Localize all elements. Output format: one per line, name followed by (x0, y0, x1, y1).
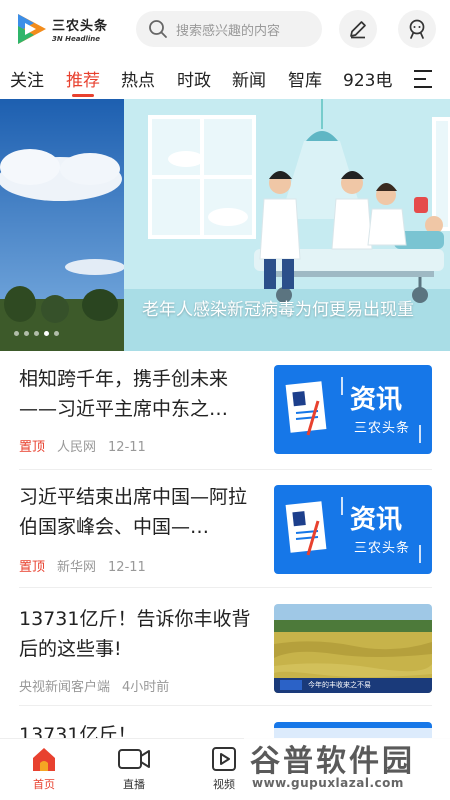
nav-home-label: 首页 (33, 778, 55, 791)
site-watermark: 谷普软件园 www.gupuxlazal.com (244, 728, 450, 800)
tab-hot[interactable]: 热点 (121, 66, 155, 91)
nav-live[interactable]: 直播 (104, 745, 164, 792)
news-thumbnail: 资讯 三农头条 (274, 485, 432, 574)
logo-subtitle: 3N Headline (52, 35, 101, 43)
profile-button[interactable] (398, 10, 436, 48)
tab-politics[interactable]: 时政 (177, 66, 211, 91)
app-logo-text: 三农头条 3N Headline (52, 15, 108, 43)
news-title: 13731亿斤！告诉你丰收背后的这些事! (19, 608, 251, 660)
play-icon (212, 747, 236, 771)
carousel-dot (54, 331, 59, 336)
news-source: 人民网 (57, 440, 97, 455)
tab-recommend[interactable]: 推荐 (66, 66, 100, 91)
tab-follow[interactable]: 关注 (10, 66, 44, 91)
carousel-dots (14, 331, 59, 336)
tab-think-tank[interactable]: 智库 (288, 66, 322, 91)
news-source: 新华网 (57, 560, 97, 575)
carousel-dot (14, 331, 19, 336)
active-tab-indicator (72, 94, 94, 97)
watermark-url: www.gupuxlazal.com (252, 776, 404, 790)
edit-button[interactable] (339, 10, 377, 48)
robot-avatar-icon (409, 19, 425, 39)
pinned-badge: 置顶 (19, 560, 46, 575)
tab-news[interactable]: 新闻 (232, 66, 266, 91)
video-camera-icon (118, 749, 150, 769)
app-logo-icon (18, 14, 46, 44)
news-item[interactable]: 习近平结束出席中国—阿拉伯国家峰会、中国—… 置顶 新华网 12-11 资讯 三农头… (0, 470, 450, 588)
thumbnail-subtitle: 三农头条 (354, 541, 411, 556)
pencil-icon (350, 21, 366, 39)
news-meta: 置顶 人民网 12-11 (19, 436, 146, 455)
category-tabs: 关注 推荐 热点 时政 新闻 智库 923电 (0, 60, 450, 98)
carousel-dot-active (44, 331, 49, 336)
tab-923[interactable]: 923电 (343, 66, 392, 91)
news-item[interactable]: 13731亿斤！告诉你丰收背后的这些事! 央视新闻客户端 4小时前 今年的丰收来之… (0, 588, 450, 706)
news-item[interactable]: 相知跨千年，携手创未来——习近平主席中东之… 置顶 人民网 12-11 资讯 三农头… (0, 352, 450, 470)
banner-sky-image (0, 99, 124, 351)
channel-menu-icon[interactable] (412, 68, 434, 90)
news-date: 12-11 (108, 440, 146, 455)
carousel-dot (24, 331, 29, 336)
news-thumbnail: 资讯 三农头条 (274, 365, 432, 454)
banner-caption: 老年人感染新冠病毒为何更易出现重 (142, 300, 414, 320)
news-title: 相知跨千年，携手创未来——习近平主席中东之… (19, 368, 229, 420)
thumbnail-subtitle: 三农头条 (354, 421, 411, 436)
thumbnail-title: 资讯 (350, 385, 403, 415)
pinned-badge: 置顶 (19, 440, 46, 455)
carousel-dot (34, 331, 39, 336)
news-meta: 置顶 新华网 12-11 (19, 556, 146, 575)
nav-live-label: 直播 (123, 778, 145, 791)
header: 三农头条 3N Headline 搜索感兴趣的内容 (0, 0, 450, 58)
banner-carousel[interactable]: 老年人感染新冠病毒为何更易出现重 (0, 99, 450, 351)
logo-title: 三农头条 (52, 19, 109, 34)
news-thumbnail: 今年的丰收来之不易 (274, 604, 432, 693)
news-source: 央视新闻客户端 (19, 680, 111, 695)
thumbnail-caption: 今年的丰收来之不易 (308, 681, 371, 689)
nav-video-label: 视频 (213, 778, 235, 791)
news-date: 4小时前 (122, 680, 170, 695)
search-icon (149, 20, 167, 38)
home-icon (33, 748, 55, 771)
news-title: 习近平结束出席中国—阿拉伯国家峰会、中国—… (19, 486, 248, 538)
nav-home[interactable]: 首页 (14, 745, 74, 792)
news-meta: 央视新闻客户端 4小时前 (19, 676, 169, 695)
search-placeholder: 搜索感兴趣的内容 (176, 23, 281, 39)
search-input[interactable]: 搜索感兴趣的内容 (136, 11, 322, 47)
thumbnail-title: 资讯 (350, 505, 403, 535)
watermark-title: 谷普软件园 (250, 744, 415, 779)
news-date: 12-11 (108, 560, 146, 575)
